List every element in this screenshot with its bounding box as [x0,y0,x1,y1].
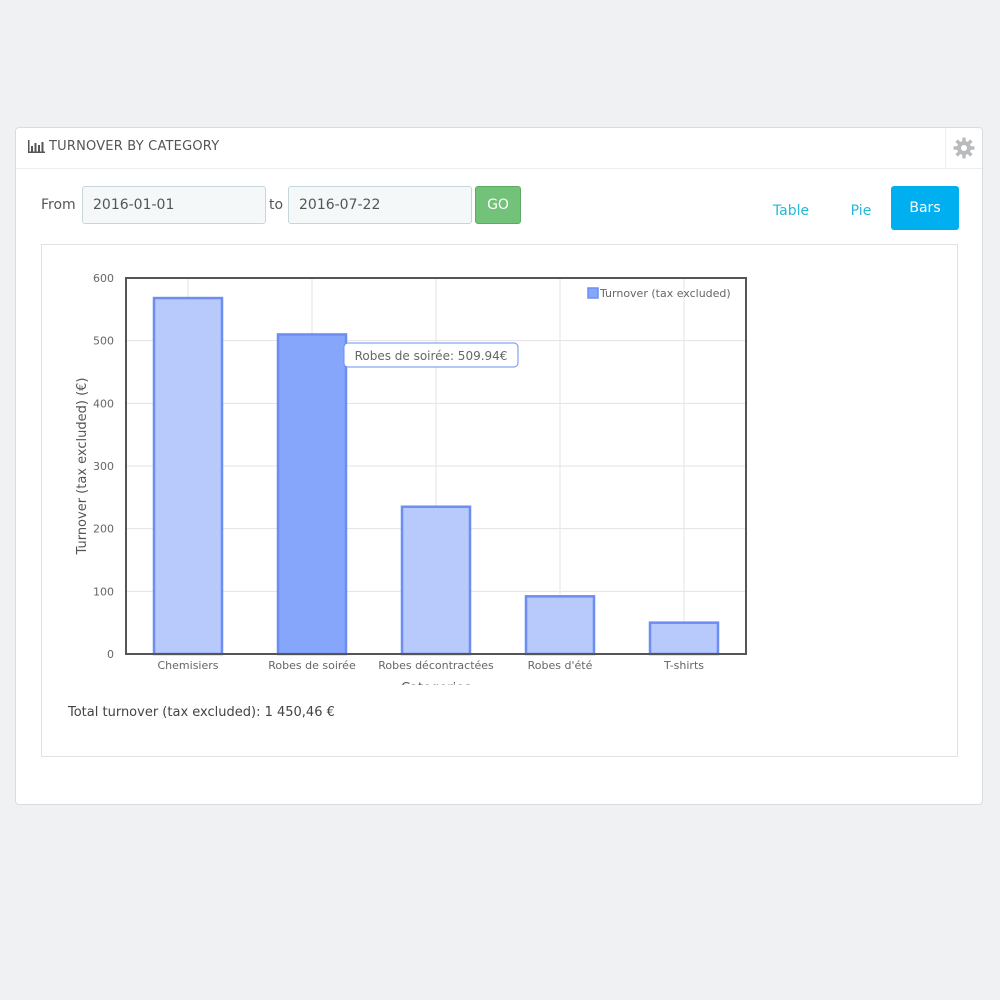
bar-chart-icon [28,140,45,153]
turnover-panel: TURNOVER BY CATEGORY From 2016-01-01 to … [15,127,983,805]
header-separator [945,128,946,168]
x-tick-label: T-shirts [663,659,704,672]
bar [276,333,348,656]
view-pie-button[interactable]: Pie [844,189,878,233]
bar [400,505,472,656]
y-tick-label: 100 [93,585,114,598]
view-bars-button[interactable]: Bars [891,186,959,230]
x-axis-label: Categories [401,681,471,685]
y-tick-label: 0 [107,648,114,661]
panel-header: TURNOVER BY CATEGORY [16,128,982,169]
x-tick-label: Robes d'été [528,659,593,672]
tooltip-text: Robes de soirée: 509.94€ [355,349,508,363]
from-label: From [41,197,76,213]
x-tick-label: Chemisiers [158,659,219,672]
panel-title-text: TURNOVER BY CATEGORY [49,139,220,154]
x-tick-label: Robes décontractées [378,659,494,672]
gear-icon[interactable] [952,136,976,160]
y-tick-label: 300 [93,460,114,473]
legend-label: Turnover (tax excluded) [599,287,731,300]
x-tick-label: Robes de soirée [268,659,356,672]
legend-swatch [587,287,599,299]
bar [152,296,224,656]
total-turnover: Total turnover (tax excluded): 1 450,46 … [68,705,335,720]
y-tick-label: 200 [93,523,114,536]
bar-chart: 0 100 200 300 400 500 600 Chemisiers Robes de so… [75,272,747,685]
y-tick-label: 600 [93,272,114,285]
go-button[interactable]: GO [475,186,521,224]
bar [648,621,720,656]
y-axis-label: Turnover (tax excluded) (€) [75,378,90,556]
chart-container: 0 100 200 300 400 500 600 Chemisiers Robes de so… [41,244,958,757]
y-tick-label: 400 [93,397,114,410]
date-filter-row: From to GO Table Pie Bars [16,186,982,230]
y-tick-label: 500 [93,335,114,348]
to-date-input[interactable] [288,186,472,224]
panel-title: TURNOVER BY CATEGORY [28,139,219,154]
from-date-input[interactable] [82,186,266,224]
view-table-button[interactable]: Table [764,189,818,233]
bar [524,595,596,656]
to-label: to [269,197,284,213]
